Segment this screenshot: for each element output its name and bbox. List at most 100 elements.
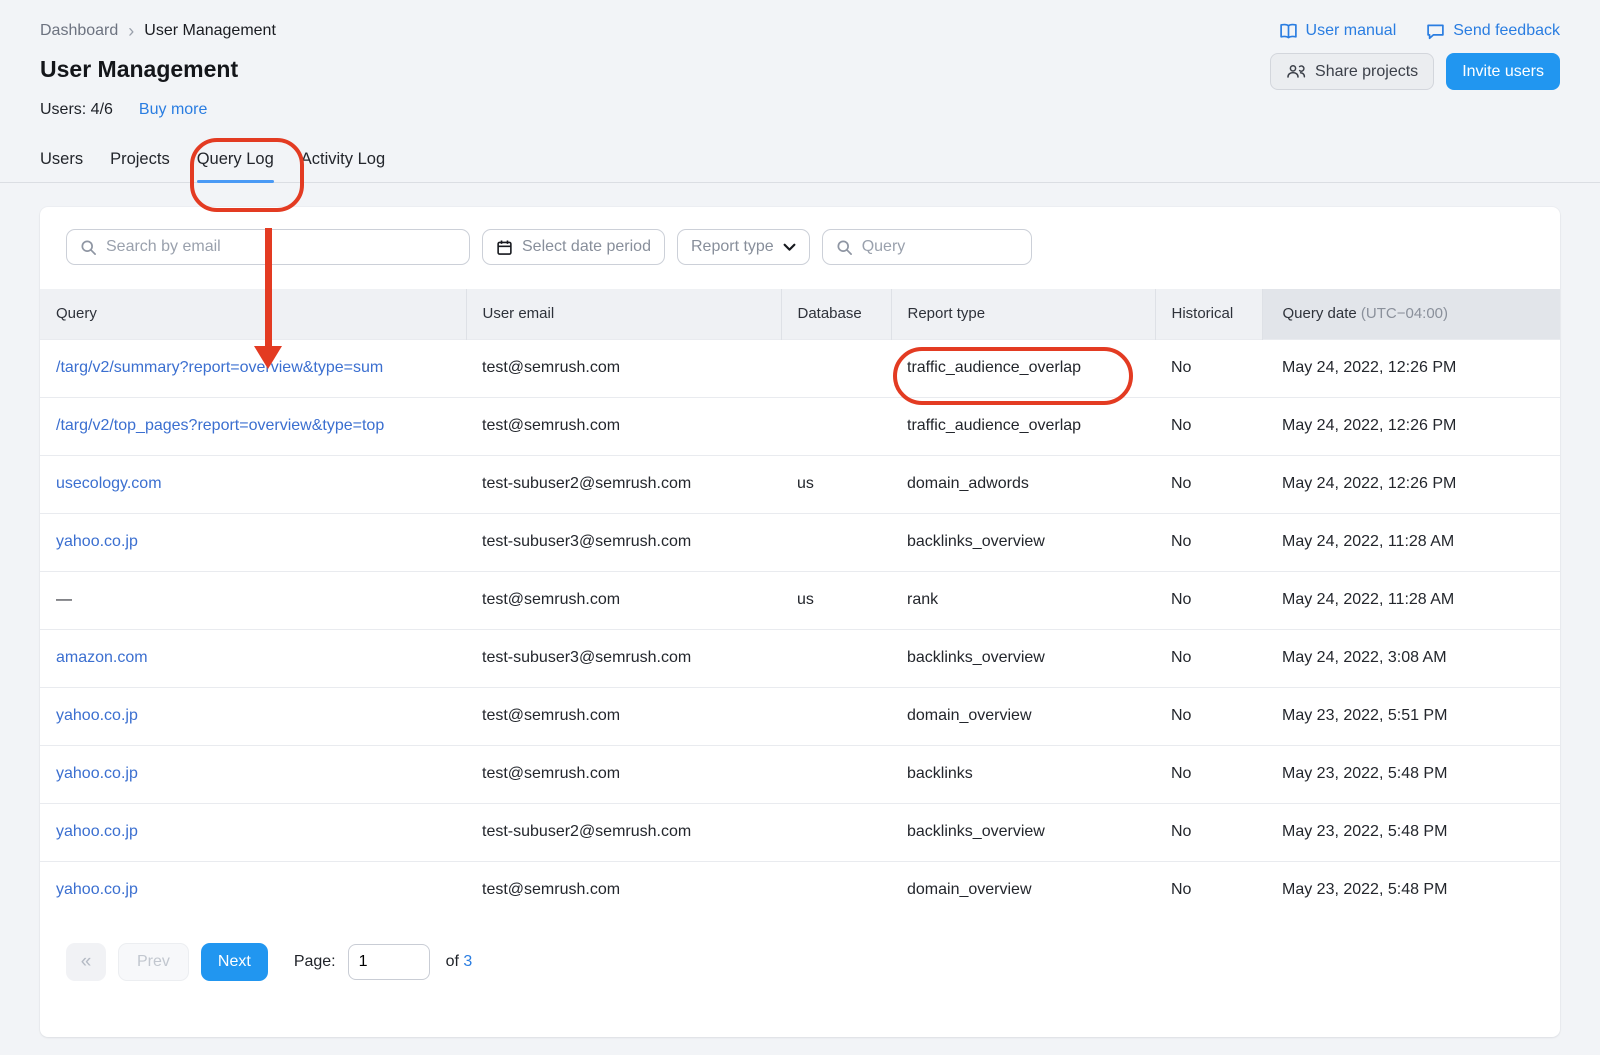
report-type-dropdown[interactable]: Report type: [677, 229, 810, 265]
report-type-cell: rank: [891, 571, 1155, 629]
send-feedback-link[interactable]: Send feedback: [1426, 22, 1560, 40]
query-date-cell: May 24, 2022, 12:26 PM: [1262, 339, 1560, 397]
tab-activity-log[interactable]: Activity Log: [301, 150, 385, 182]
select-date-period-button[interactable]: Select date period: [482, 229, 665, 265]
page-number-input[interactable]: [348, 944, 430, 980]
column-header-database[interactable]: Database: [781, 289, 891, 339]
page-header: Dashboard › User Management User Managem…: [0, 0, 1600, 119]
database-cell: [781, 339, 891, 397]
query-link[interactable]: /targ/v2/top_pages?report=overview&type=…: [56, 417, 384, 434]
query-link[interactable]: yahoo.co.jp: [56, 881, 138, 898]
search-by-email-input[interactable]: [66, 229, 470, 265]
people-icon: [1286, 64, 1306, 79]
tab-bar: Users Projects Query Log Activity Log: [0, 150, 1600, 183]
first-page-button[interactable]: «: [66, 943, 106, 981]
tab-users[interactable]: Users: [40, 150, 83, 182]
query-empty-dash: —: [56, 591, 72, 608]
database-cell: us: [781, 571, 891, 629]
historical-cell: No: [1155, 571, 1262, 629]
query-date-cell: May 24, 2022, 12:26 PM: [1262, 455, 1560, 513]
user-email-cell: test@semrush.com: [466, 745, 781, 803]
query-date-cell: May 23, 2022, 5:48 PM: [1262, 745, 1560, 803]
query-filter-input[interactable]: [822, 229, 1032, 265]
user-email-cell: test-subuser3@semrush.com: [466, 513, 781, 571]
breadcrumb: Dashboard › User Management: [40, 22, 276, 40]
query-link[interactable]: yahoo.co.jp: [56, 707, 138, 724]
prev-page-button[interactable]: Prev: [118, 943, 189, 981]
next-page-button[interactable]: Next: [201, 943, 268, 981]
database-cell: [781, 397, 891, 455]
table-row: yahoo.co.jp test-subuser3@semrush.com back…: [40, 513, 1560, 571]
table-row: yahoo.co.jp test@semrush.com domain_overvi…: [40, 861, 1560, 919]
database-cell: us: [781, 455, 891, 513]
database-cell: [781, 513, 891, 571]
query-date-cell: May 24, 2022, 11:28 AM: [1262, 513, 1560, 571]
table-row: /targ/v2/top_pages?report=overview&type=…: [40, 397, 1560, 455]
breadcrumb-current: User Management: [144, 22, 276, 40]
report-type-cell: backlinks: [891, 745, 1155, 803]
historical-cell: No: [1155, 339, 1262, 397]
user-email-cell: test-subuser2@semrush.com: [466, 455, 781, 513]
historical-cell: No: [1155, 803, 1262, 861]
user-email-cell: test-subuser2@semrush.com: [466, 803, 781, 861]
query-link[interactable]: usecology.com: [56, 475, 162, 492]
page-label: Page:: [294, 953, 336, 971]
query-log-panel: Select date period Report type: [40, 207, 1560, 1037]
report-type-cell: backlinks_overview: [891, 513, 1155, 571]
query-link[interactable]: yahoo.co.jp: [56, 823, 138, 840]
pagination-bar: « Prev Next Page: of 3: [40, 919, 1560, 1005]
query-link[interactable]: amazon.com: [56, 649, 148, 666]
historical-cell: No: [1155, 513, 1262, 571]
column-header-historical[interactable]: Historical: [1155, 289, 1262, 339]
table-header-row: Query User email Database Report type Hi…: [40, 289, 1560, 339]
search-by-email-field[interactable]: [106, 238, 456, 256]
tab-projects[interactable]: Projects: [110, 150, 170, 182]
user-email-cell: test-subuser3@semrush.com: [466, 629, 781, 687]
column-header-user-email[interactable]: User email: [466, 289, 781, 339]
user-email-cell: test@semrush.com: [466, 861, 781, 919]
historical-cell: No: [1155, 861, 1262, 919]
search-icon: [80, 239, 97, 256]
column-header-query[interactable]: Query: [40, 289, 466, 339]
user-email-cell: test@semrush.com: [466, 687, 781, 745]
query-link[interactable]: yahoo.co.jp: [56, 533, 138, 550]
database-cell: [781, 861, 891, 919]
query-date-cell: May 24, 2022, 11:28 AM: [1262, 571, 1560, 629]
report-type-cell: domain_overview: [891, 687, 1155, 745]
page-of-text: of 3: [446, 953, 473, 971]
table-row: yahoo.co.jp test@semrush.com backlinksNoMa…: [40, 745, 1560, 803]
breadcrumb-dashboard[interactable]: Dashboard: [40, 22, 118, 40]
report-type-cell: backlinks_overview: [891, 629, 1155, 687]
page-title: User Management: [40, 56, 276, 83]
query-link[interactable]: yahoo.co.jp: [56, 765, 138, 782]
share-projects-button[interactable]: Share projects: [1270, 53, 1434, 90]
column-header-query-date[interactable]: Query date (UTC−04:00): [1262, 289, 1560, 339]
table-row: amazon.com test-subuser3@semrush.com backl…: [40, 629, 1560, 687]
user-email-cell: test@semrush.com: [466, 571, 781, 629]
query-date-cell: May 24, 2022, 12:26 PM: [1262, 397, 1560, 455]
table-row: usecology.com test-subuser2@semrush.comus…: [40, 455, 1560, 513]
invite-users-button[interactable]: Invite users: [1446, 53, 1560, 90]
filter-bar: Select date period Report type: [40, 207, 1560, 289]
header-right: User manual Send feedback: [1270, 22, 1560, 119]
buy-more-link[interactable]: Buy more: [139, 101, 207, 119]
user-manual-link[interactable]: User manual: [1279, 22, 1397, 40]
historical-cell: No: [1155, 687, 1262, 745]
query-link[interactable]: /targ/v2/summary?report=overview&type=su…: [56, 359, 383, 376]
query-filter-field[interactable]: [862, 238, 1018, 256]
user-email-cell: test@semrush.com: [466, 397, 781, 455]
report-type-cell: traffic_audience_overlap: [891, 339, 1155, 397]
total-pages-link[interactable]: 3: [463, 953, 472, 970]
search-icon: [836, 239, 853, 256]
chevron-down-icon: [783, 243, 796, 252]
calendar-icon: [496, 239, 513, 256]
report-type-cell: domain_overview: [891, 861, 1155, 919]
database-cell: [781, 745, 891, 803]
column-header-report-type[interactable]: Report type: [891, 289, 1155, 339]
historical-cell: No: [1155, 745, 1262, 803]
book-icon: [1279, 23, 1298, 40]
table-row: yahoo.co.jptest-subuser2@semrush.comback…: [40, 803, 1560, 861]
tab-query-log[interactable]: Query Log: [197, 150, 274, 182]
query-date-cell: May 23, 2022, 5:51 PM: [1262, 687, 1560, 745]
historical-cell: No: [1155, 455, 1262, 513]
